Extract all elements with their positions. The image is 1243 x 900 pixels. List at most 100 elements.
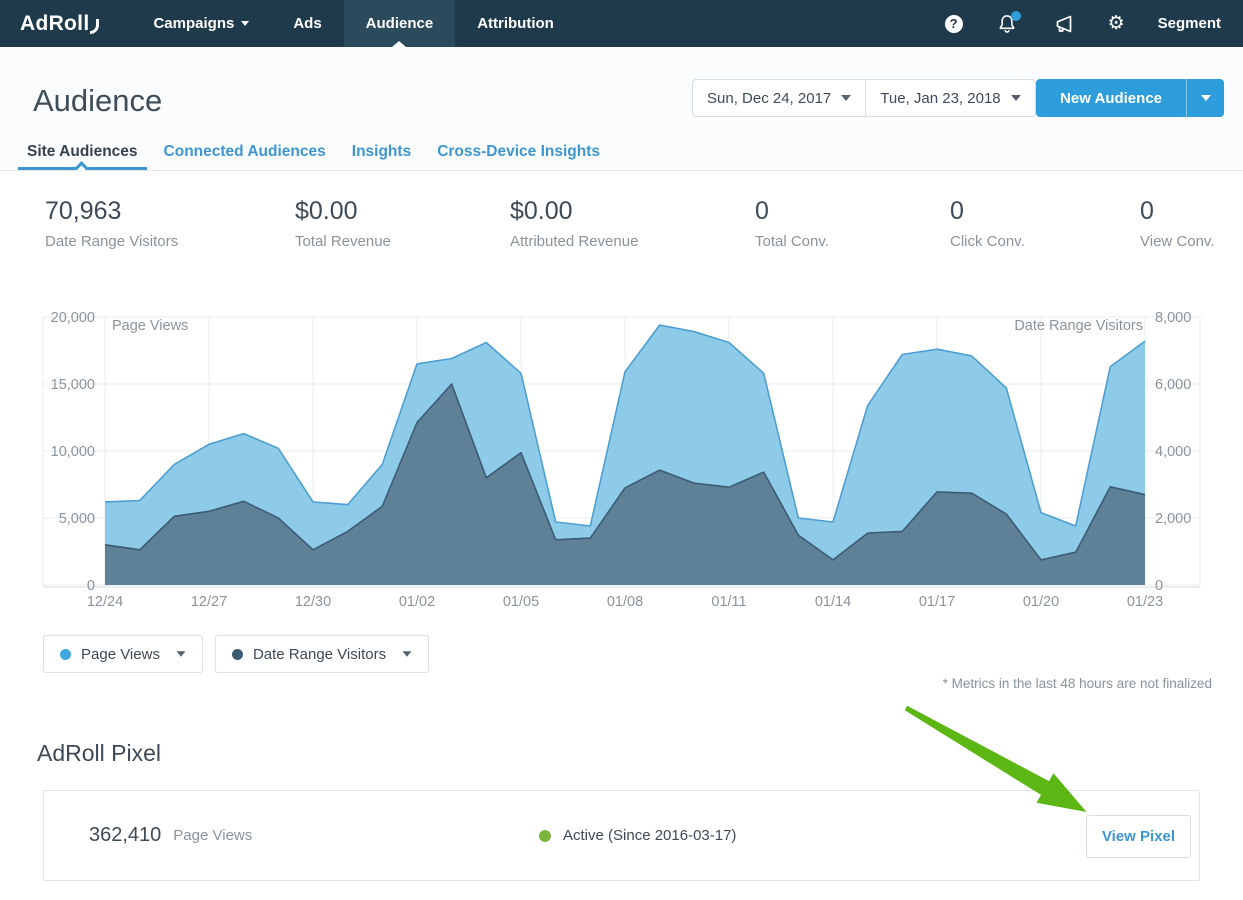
y-axis-left-tick: 0: [87, 578, 95, 594]
y-axis-left-tick: 15,000: [51, 377, 95, 393]
nav-item-campaigns[interactable]: Campaigns: [131, 0, 271, 47]
gear-glyph: ⚙: [1108, 14, 1125, 33]
settings-gear-icon[interactable]: ⚙: [1108, 14, 1125, 33]
status-dot: [539, 830, 551, 842]
stat-total-conv: 0 Total Conv.: [755, 197, 829, 250]
account-menu[interactable]: Segment: [1158, 15, 1221, 32]
tab-site-audiences[interactable]: Site Audiences: [18, 134, 147, 170]
metrics-footnote: * Metrics in the last 48 hours are not f…: [943, 676, 1212, 691]
chevron-down-icon: [241, 21, 249, 26]
x-axis-tick: 12/30: [295, 594, 331, 610]
nav-item-label: Campaigns: [153, 15, 234, 32]
stat-value: 0: [950, 197, 1025, 226]
legend-date-range-visitors-dropdown[interactable]: Date Range Visitors: [215, 635, 429, 673]
new-audience-dropdown-button[interactable]: [1186, 79, 1224, 117]
stat-total-revenue: $0.00 Total Revenue: [295, 197, 391, 250]
tab-cross-device-insights[interactable]: Cross-Device Insights: [428, 134, 609, 170]
top-navigation: AdRoll Campaigns Ads Audience Attributio…: [0, 0, 1243, 47]
series-color-dot: [60, 649, 71, 660]
y-axis-left-tick: 10,000: [51, 444, 95, 460]
page-header: Audience Sun, Dec 24, 2017 Tue, Jan 23, …: [0, 47, 1243, 171]
date-range-picker: Sun, Dec 24, 2017 Tue, Jan 23, 2018: [692, 79, 1036, 117]
x-axis-tick: 01/23: [1127, 594, 1163, 610]
pixel-page-views-label: Page Views: [173, 827, 252, 844]
stat-label: Total Conv.: [755, 233, 829, 250]
tab-label: Cross-Device Insights: [437, 143, 600, 161]
end-date-dropdown[interactable]: Tue, Jan 23, 2018: [866, 79, 1035, 117]
pixel-status: Active (Since 2016-03-17): [539, 791, 736, 880]
stat-label: Attributed Revenue: [510, 233, 638, 250]
notifications-bell-icon[interactable]: [996, 13, 1018, 35]
active-tab-notch: [75, 161, 88, 174]
y-axis-right-tick: 0: [1155, 578, 1163, 594]
new-audience-split-button: New Audience: [1036, 79, 1224, 117]
pixel-status-text: Active (Since 2016-03-17): [563, 827, 736, 844]
stat-view-conv: 0 View Conv.: [1140, 197, 1214, 250]
y-axis-right-tick: 6,000: [1155, 377, 1191, 393]
stat-label: View Conv.: [1140, 233, 1214, 250]
help-icon[interactable]: ?: [945, 15, 963, 33]
nav-item-audience[interactable]: Audience: [344, 0, 456, 47]
new-audience-button[interactable]: New Audience: [1036, 79, 1186, 117]
x-axis-tick: 01/20: [1023, 594, 1059, 610]
nav-item-attribution[interactable]: Attribution: [455, 0, 576, 47]
stat-value: 0: [755, 197, 829, 226]
nav-utilities: ? ⚙ Segment: [945, 0, 1243, 47]
nav-item-label: Audience: [366, 15, 434, 32]
stat-label: Total Revenue: [295, 233, 391, 250]
series-color-dot: [232, 649, 243, 660]
adroll-pixel-card: 362,410 Page Views Active (Since 2016-03…: [43, 790, 1200, 881]
megaphone-glyph: [1051, 12, 1075, 36]
chevron-down-icon: [176, 651, 185, 656]
legend-label: Page Views: [81, 646, 160, 663]
stat-attributed-revenue: $0.00 Attributed Revenue: [510, 197, 638, 250]
y-axis-left-tick: 5,000: [59, 511, 95, 527]
nav-item-label: Ads: [293, 15, 321, 32]
stat-value: $0.00: [295, 197, 391, 226]
adroll-pixel-heading: AdRoll Pixel: [37, 740, 161, 767]
stat-value: 70,963: [45, 197, 178, 226]
nav-item-ads[interactable]: Ads: [271, 0, 343, 47]
x-axis-tick: 01/05: [503, 594, 539, 610]
chart-canvas: 05,00010,00015,00020,00002,0004,0006,000…: [0, 310, 1243, 615]
stat-click-conv: 0 Click Conv.: [950, 197, 1025, 250]
x-axis-tick: 12/24: [87, 594, 123, 610]
x-axis-tick: 01/14: [815, 594, 851, 610]
tab-insights[interactable]: Insights: [343, 134, 420, 170]
x-axis-tick: 01/08: [607, 594, 643, 610]
chart-legend: Page Views Date Range Visitors: [43, 635, 429, 673]
chevron-down-icon: [1201, 95, 1211, 101]
left-axis-title: Page Views: [112, 318, 188, 334]
end-date-value: Tue, Jan 23, 2018: [880, 90, 1000, 107]
traffic-area-chart: 05,00010,00015,00020,00002,0004,0006,000…: [0, 310, 1243, 615]
y-axis-left-tick: 20,000: [51, 310, 95, 326]
stat-label: Date Range Visitors: [45, 233, 178, 250]
right-axis-title: Date Range Visitors: [1014, 318, 1143, 334]
announcements-megaphone-icon[interactable]: [1051, 12, 1075, 36]
tab-label: Site Audiences: [27, 143, 138, 161]
legend-page-views-dropdown[interactable]: Page Views: [43, 635, 203, 673]
tab-label: Insights: [352, 143, 411, 161]
tab-connected-audiences[interactable]: Connected Audiences: [155, 134, 335, 170]
stat-value: 0: [1140, 197, 1214, 226]
y-axis-right-tick: 2,000: [1155, 511, 1191, 527]
view-pixel-button[interactable]: View Pixel: [1086, 815, 1191, 858]
adroll-logo[interactable]: AdRoll: [0, 0, 113, 47]
tab-label: Connected Audiences: [164, 143, 326, 161]
start-date-dropdown[interactable]: Sun, Dec 24, 2017: [692, 79, 866, 117]
stat-date-range-visitors: 70,963 Date Range Visitors: [45, 197, 178, 250]
start-date-value: Sun, Dec 24, 2017: [707, 90, 831, 107]
chevron-down-icon: [841, 95, 851, 101]
stat-label: Click Conv.: [950, 233, 1025, 250]
stat-value: $0.00: [510, 197, 638, 226]
pixel-page-views: 362,410 Page Views: [89, 791, 252, 880]
primary-nav: Campaigns Ads Audience Attribution: [131, 0, 575, 47]
question-mark-glyph: ?: [945, 15, 963, 33]
notification-badge: [1011, 11, 1021, 21]
legend-label: Date Range Visitors: [253, 646, 386, 663]
chevron-down-icon: [1011, 95, 1021, 101]
x-axis-tick: 01/17: [919, 594, 955, 610]
nav-item-label: Attribution: [477, 15, 554, 32]
x-axis-tick: 12/27: [191, 594, 227, 610]
chevron-down-icon: [403, 651, 412, 656]
